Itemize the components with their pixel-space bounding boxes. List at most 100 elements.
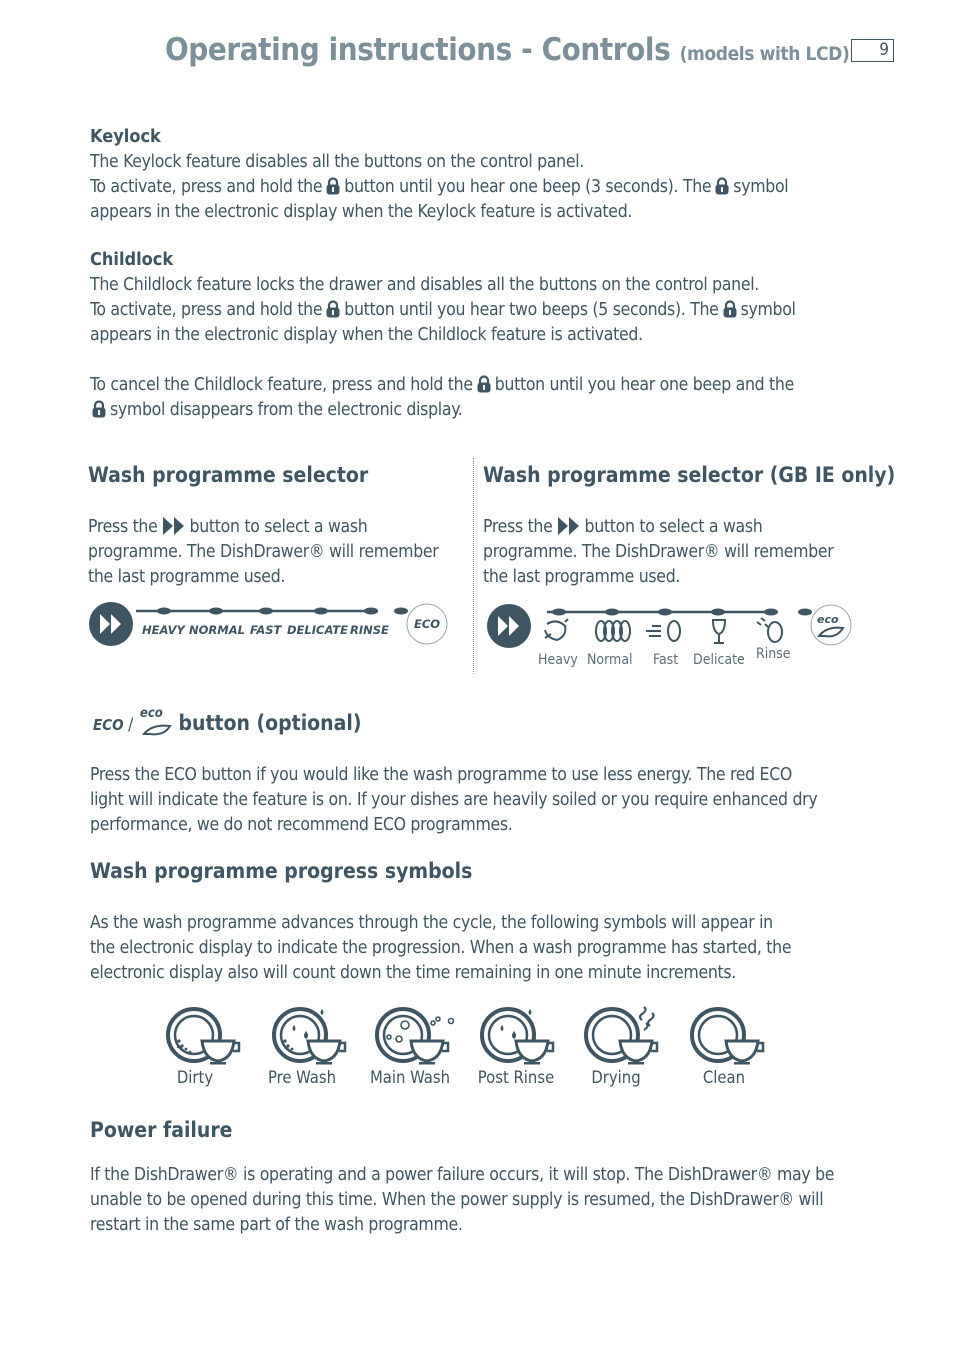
childlock-text: The Childlock feature locks the drawer a… xyxy=(90,273,796,348)
power-text: If the DishDrawer® is operating and a po… xyxy=(90,1163,834,1238)
main-wash-icon xyxy=(375,1007,455,1065)
power-line: If the DishDrawer® is operating and a po… xyxy=(90,1165,835,1185)
selector-line: programme. The DishDrawer® will remember xyxy=(483,542,834,562)
drying-icon xyxy=(584,1006,659,1065)
childlock-icon xyxy=(477,375,491,393)
title-subtitle: (models with LCD) xyxy=(679,43,850,65)
childlock-icon xyxy=(326,300,340,318)
eco-leaf-icon: eco xyxy=(138,706,174,736)
eco-text: Press the ECO button if you would like t… xyxy=(90,763,818,838)
pre-wash-icon xyxy=(272,1007,347,1065)
selector-line: programme. The DishDrawer® will remember xyxy=(88,542,439,562)
program-label: Delicate xyxy=(693,652,745,668)
text: symbol disappears from the electronic di… xyxy=(110,400,463,420)
keylock-line: The Keylock feature disables all the but… xyxy=(90,152,585,172)
control-panel-gb: Heavy Normal Fast Delicate Rinse eco xyxy=(487,604,852,668)
childlock-line: appears in the electronic display when t… xyxy=(90,325,643,345)
eco-button[interactable]: ECO xyxy=(406,603,448,645)
progress-label: Drying xyxy=(591,1068,641,1087)
program-label: DELICATE xyxy=(287,623,348,637)
program-label: Heavy xyxy=(538,652,578,668)
eco-line: light will indicate the feature is on. I… xyxy=(90,790,818,810)
heavy-icon xyxy=(544,618,569,642)
selector-heading: Wash programme selector xyxy=(88,463,369,487)
text: button until you hear one beep (3 second… xyxy=(344,177,712,197)
progress-label: Post Rinse xyxy=(477,1068,555,1087)
eco-text-icon: ECO xyxy=(93,716,124,734)
progress-symbols xyxy=(166,1006,765,1065)
delicate-icon xyxy=(711,619,727,644)
lock-icon xyxy=(715,177,729,195)
progress-label: Clean xyxy=(702,1068,746,1087)
text: button to select a wash xyxy=(584,517,763,537)
dirty-icon xyxy=(166,1007,241,1065)
rinse-icon xyxy=(756,617,783,643)
childlock-heading: Childlock xyxy=(90,249,174,270)
post-rinse-icon xyxy=(480,1007,555,1065)
progress-label: Dirty xyxy=(176,1068,214,1087)
clean-icon xyxy=(690,1007,765,1065)
progress-line: the electronic display to indicate the p… xyxy=(90,938,792,958)
programme-button[interactable] xyxy=(487,604,531,648)
text: symbol xyxy=(740,300,796,320)
svg-text:eco: eco xyxy=(817,613,839,626)
eco-leaf-button[interactable]: eco xyxy=(810,604,852,646)
svg-text:ECO: ECO xyxy=(414,617,440,631)
eco-leaf-text: eco xyxy=(139,706,163,721)
cancel-line: To cancel the Childlock feature, press a… xyxy=(90,373,794,398)
childlock-line: To activate, press and hold the button un… xyxy=(90,298,796,323)
progress-label: Pre Wash xyxy=(267,1068,337,1087)
control-panel-standard: HEAVY NORMAL FAST DELICATE RINSE ECO xyxy=(89,602,448,646)
eco-line: Press the ECO button if you would like t… xyxy=(90,765,792,785)
text: button until you hear two beeps (5 secon… xyxy=(344,300,719,320)
page-number: 9 xyxy=(851,39,894,62)
program-label: HEAVY xyxy=(142,623,187,637)
fast-forward-icon xyxy=(557,516,581,536)
title-main: Operating instructions - Controls xyxy=(165,32,671,68)
eco-line: performance, we do not recommend ECO pro… xyxy=(90,815,513,835)
selector-line: the last programme used. xyxy=(88,567,286,587)
selector-gb-text: Press the button to select a wash program… xyxy=(483,515,834,590)
power-line: unable to be opened during this time. Wh… xyxy=(90,1190,824,1210)
childlock-icon xyxy=(723,300,737,318)
keylock-text: The Keylock feature disables all the but… xyxy=(90,150,789,225)
text: button until you hear one beep and the xyxy=(494,375,795,395)
childlock-icon xyxy=(92,400,106,418)
eco-heading-text: button (optional) xyxy=(178,711,362,735)
fast-forward-icon xyxy=(162,516,186,536)
eco-heading: ECO / eco button (optional) xyxy=(93,706,362,736)
program-label: Fast xyxy=(653,652,678,668)
text: Press the xyxy=(88,517,158,537)
fast-icon xyxy=(646,620,681,642)
selector-gb-heading: Wash programme selector (GB IE only) xyxy=(483,463,896,487)
selector-line: the last programme used. xyxy=(483,567,681,587)
programme-button[interactable] xyxy=(89,602,133,646)
childlock-line: The Childlock feature locks the drawer a… xyxy=(90,275,759,295)
page-title: Operating instructions - Controls (model… xyxy=(165,32,850,68)
text: button to select a wash xyxy=(189,517,368,537)
text: Press the xyxy=(483,517,553,537)
selector-line: Press the button to select a wash xyxy=(483,515,833,540)
program-label: Normal xyxy=(587,652,633,668)
childlock-cancel-text: To cancel the Childlock feature, press a… xyxy=(90,373,794,423)
column-divider xyxy=(473,458,474,674)
program-label: FAST xyxy=(250,623,283,637)
selector-text: Press the button to select a wash program… xyxy=(88,515,439,590)
keylock-line: appears in the electronic display when t… xyxy=(90,202,633,222)
lock-icon xyxy=(326,177,340,195)
text: symbol xyxy=(733,177,789,197)
normal-icon xyxy=(595,620,631,642)
program-label: RINSE xyxy=(350,623,389,637)
progress-heading: Wash programme progress symbols xyxy=(90,859,473,883)
keylock-heading: Keylock xyxy=(90,126,161,147)
power-line: restart in the same part of the wash pro… xyxy=(90,1215,463,1235)
progress-line: electronic display also will count down … xyxy=(90,963,736,983)
text: To cancel the Childlock feature, press a… xyxy=(90,375,473,395)
text: To activate, press and hold the xyxy=(90,300,323,320)
progress-label: Main Wash xyxy=(369,1068,451,1087)
program-label: Rinse xyxy=(756,646,791,662)
progress-line: As the wash programme advances through t… xyxy=(90,913,773,933)
progress-text: As the wash programme advances through t… xyxy=(90,911,792,986)
text: To activate, press and hold the xyxy=(90,177,323,197)
slash: / xyxy=(128,715,134,735)
